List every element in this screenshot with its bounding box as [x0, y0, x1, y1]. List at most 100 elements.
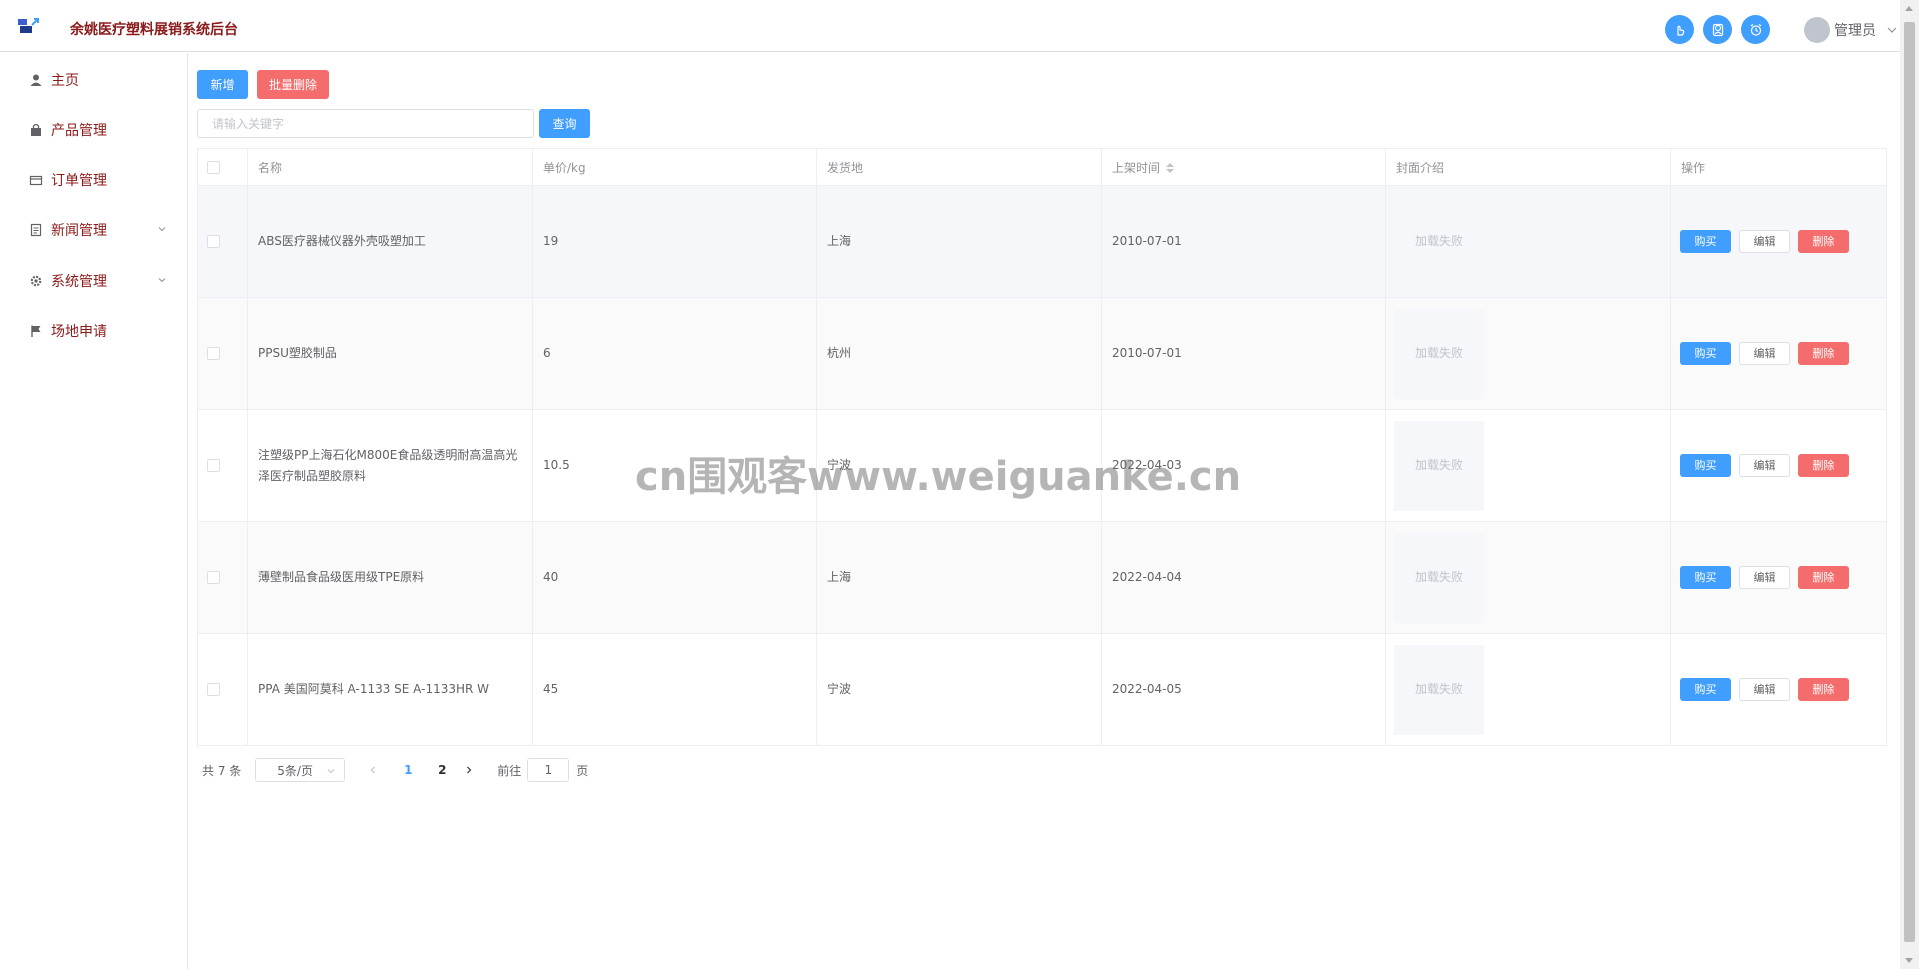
app-logo-icon [18, 18, 39, 33]
column-header-date[interactable]: 上架时间 [1102, 149, 1386, 186]
user-badge-button[interactable] [1703, 15, 1732, 44]
pagination-total: 共 7 条 [202, 763, 242, 778]
scroll-up-arrow-icon[interactable] [1905, 6, 1913, 11]
next-page-button[interactable] [459, 765, 479, 775]
column-header-date-label: 上架时间 [1112, 161, 1161, 175]
row-checkbox[interactable] [207, 571, 220, 584]
product-price: 6 [543, 346, 551, 360]
query-button[interactable]: 查询 [539, 109, 590, 138]
product-price: 40 [543, 570, 559, 584]
cell-name: PPSU塑胶制品 [248, 298, 533, 409]
sidebar-item-system[interactable]: 系统管理 [0, 256, 187, 306]
row-select-cell [198, 522, 248, 633]
cover-image-placeholder: 加载失败 [1394, 532, 1484, 623]
row-checkbox[interactable] [207, 459, 220, 472]
row-checkbox[interactable] [207, 235, 220, 248]
delete-button[interactable]: 删除 [1798, 454, 1849, 477]
user-name: 管理员 [1834, 23, 1876, 39]
product-origin: 宁波 [827, 682, 852, 696]
cell-actions: 购买 编辑 删除 [1671, 186, 1886, 297]
gear-icon [28, 273, 44, 289]
buy-button[interactable]: 购买 [1680, 566, 1731, 589]
product-name: PPA 美国阿莫科 A-1133 SE A-1133HR W [258, 682, 490, 696]
scrollbar-thumb[interactable] [1904, 22, 1915, 942]
row-actions: 购买 编辑 删除 [1680, 342, 1849, 365]
scroll-down-arrow-icon[interactable] [1905, 958, 1913, 963]
image-load-failed-text: 加载失败 [1414, 458, 1463, 472]
cell-cover: 加载失败 [1386, 522, 1671, 633]
hand-pointer-button[interactable] [1665, 15, 1694, 44]
table-row: ABS医疗器械仪器外壳吸塑加工 19 上海 2010-07-01 加载失败 购买 编辑 删除 [198, 186, 1886, 298]
batch-delete-button[interactable]: 批量删除 [257, 70, 329, 99]
row-checkbox[interactable] [207, 683, 220, 696]
user-icon [28, 72, 44, 88]
cell-origin: 宁波 [817, 410, 1102, 521]
buy-button[interactable]: 购买 [1680, 230, 1731, 253]
page-size-select[interactable]: 5条/页 [255, 758, 346, 782]
row-actions: 购买 编辑 删除 [1680, 566, 1849, 589]
product-origin: 上海 [827, 570, 852, 584]
search-input[interactable] [197, 109, 534, 138]
buy-button[interactable]: 购买 [1680, 678, 1731, 701]
user-menu[interactable]: 管理员 [1804, 17, 1898, 43]
edit-button[interactable]: 编辑 [1739, 566, 1790, 589]
chevron-down-icon [158, 227, 166, 232]
table-row: PPA 美国阿莫科 A-1133 SE A-1133HR W 45 宁波 2022-0… [198, 634, 1886, 746]
delete-button[interactable]: 删除 [1798, 566, 1849, 589]
chevron-down-icon [158, 278, 166, 283]
table-row: PPSU塑胶制品 6 杭州 2010-07-01 加载失败 购买 编辑 删除 [198, 298, 1886, 410]
sidebar-item-home[interactable]: 主页 [0, 55, 187, 105]
sidebar-item-label: 订单管理 [51, 173, 107, 189]
cell-name: 注塑级PP上海石化M800E食品级透明耐高温高光泽医疗制品塑胶原料 [248, 410, 533, 521]
document-icon [28, 222, 44, 238]
hand-pointer-icon [1676, 25, 1684, 36]
column-header-actions: 操作 [1681, 161, 1706, 175]
sidebar-item-products[interactable]: 产品管理 [0, 105, 187, 155]
delete-button[interactable]: 删除 [1798, 230, 1849, 253]
table-header: 名称 单价/kg 发货地 上架时间 封面介绍 操作 [198, 149, 1886, 186]
edit-button[interactable]: 编辑 [1739, 678, 1790, 701]
edit-button[interactable]: 编辑 [1739, 342, 1790, 365]
page-number-1[interactable]: 1 [391, 763, 425, 777]
buy-button[interactable]: 购买 [1680, 454, 1731, 477]
cell-cover: 加载失败 [1386, 186, 1671, 297]
delete-button[interactable]: 删除 [1798, 678, 1849, 701]
chevron-down-icon [327, 769, 335, 774]
chevron-left-icon [370, 766, 376, 774]
sidebar-item-news[interactable]: 新闻管理 [0, 205, 187, 255]
sidebar-item-orders[interactable]: 订单管理 [0, 155, 187, 205]
cover-image-placeholder: 加载失败 [1394, 197, 1484, 287]
edit-button[interactable]: 编辑 [1739, 454, 1790, 477]
sidebar-item-label: 主页 [51, 73, 79, 89]
cell-price: 19 [533, 186, 817, 297]
goto-page-input[interactable] [527, 758, 570, 782]
cell-name: 薄壁制品食品级医用级TPE原料 [248, 522, 533, 633]
row-checkbox[interactable] [207, 347, 220, 360]
sort-caret-icon[interactable] [1166, 162, 1175, 173]
add-button[interactable]: 新增 [197, 70, 248, 99]
row-select-cell [198, 298, 248, 409]
chevron-right-icon [467, 766, 472, 774]
column-header-cover: 封面介绍 [1386, 149, 1671, 186]
product-origin: 上海 [827, 234, 852, 248]
sidebar-item-label: 新闻管理 [51, 223, 107, 239]
edit-button[interactable]: 编辑 [1739, 230, 1790, 253]
alarm-clock-button[interactable] [1741, 15, 1770, 44]
chevron-down-icon [1887, 27, 1897, 33]
table-row: 注塑级PP上海石化M800E食品级透明耐高温高光泽医疗制品塑胶原料 10.5 宁波 2… [198, 410, 1886, 522]
page-number-2[interactable]: 2 [425, 763, 459, 777]
product-date: 2010-07-01 [1112, 346, 1182, 360]
row-actions: 购买 编辑 删除 [1680, 230, 1849, 253]
sidebar-item-label: 产品管理 [51, 123, 107, 139]
page-scrollbar[interactable] [1900, 0, 1919, 969]
buy-button[interactable]: 购买 [1680, 342, 1731, 365]
sidebar-item-venue[interactable]: 场地申请 [0, 306, 187, 356]
prev-page-button[interactable] [363, 765, 383, 775]
select-all-checkbox[interactable] [207, 161, 220, 174]
product-date: 2022-04-05 [1112, 682, 1182, 696]
row-actions: 购买 编辑 删除 [1680, 678, 1849, 701]
cell-price: 40 [533, 522, 817, 633]
cell-actions: 购买 编辑 删除 [1671, 410, 1886, 521]
delete-button[interactable]: 删除 [1798, 342, 1849, 365]
table-row: 薄壁制品食品级医用级TPE原料 40 上海 2022-04-04 加载失败 购买 编辑 删除 [198, 522, 1886, 634]
